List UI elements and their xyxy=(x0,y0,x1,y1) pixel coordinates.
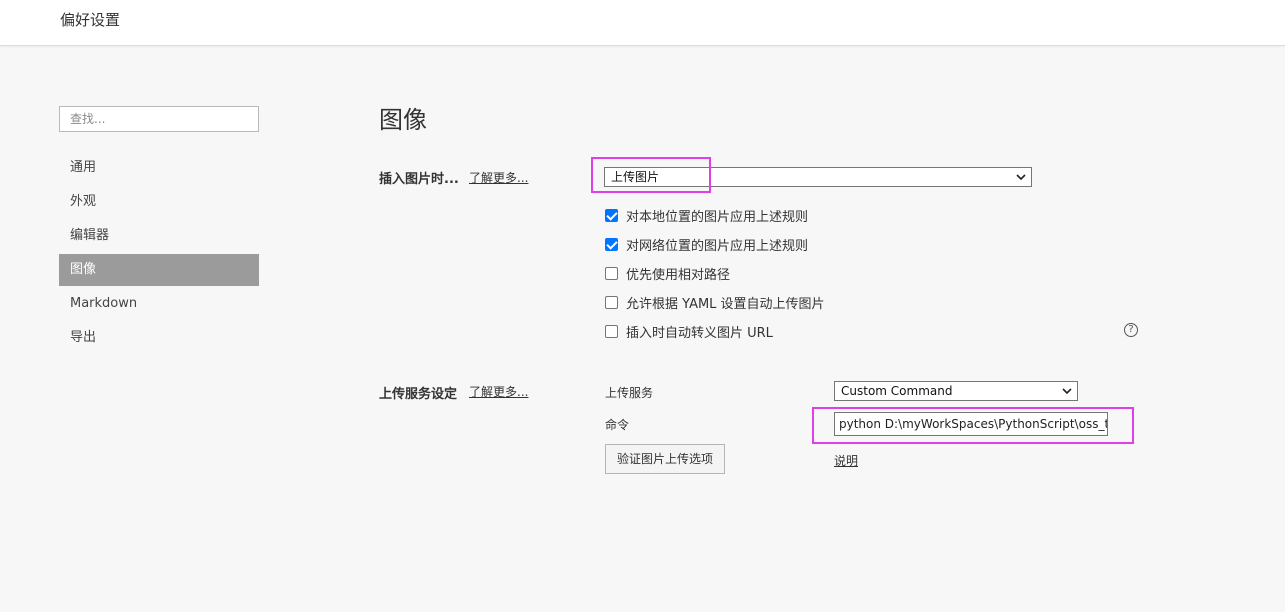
page-title: 图像 xyxy=(379,106,427,134)
checkbox-unchecked[interactable] xyxy=(605,295,618,309)
upload-service-section-label: 上传服务设定 xyxy=(379,387,458,402)
title-bar: 偏好设置 xyxy=(0,0,1285,46)
window-title: 偏好设置 xyxy=(60,11,121,29)
upload-service-label: 上传服务 xyxy=(605,386,654,400)
insert-image-label: 插入图片时... xyxy=(379,172,459,187)
search-input[interactable] xyxy=(59,106,259,132)
option-escape-url[interactable]: 插入时自动转义图片 URL xyxy=(605,322,773,341)
command-label: 命令 xyxy=(605,418,630,432)
checkbox-checked[interactable] xyxy=(605,208,618,222)
option-relative-path[interactable]: 优先使用相对路径 xyxy=(605,264,731,283)
option-network-images[interactable]: 对网络位置的图片应用上述规则 xyxy=(605,235,809,254)
verify-upload-button[interactable]: 验证图片上传选项 xyxy=(605,444,725,474)
sidebar-item-editor[interactable]: 编辑器 xyxy=(59,220,259,252)
upload-service-value: Custom Command xyxy=(841,384,953,398)
upload-learn-more-link[interactable]: 了解更多... xyxy=(469,383,528,400)
sidebar-item-general[interactable]: 通用 xyxy=(59,152,259,184)
checkbox-unchecked[interactable] xyxy=(605,266,618,280)
sidebar-item-markdown[interactable]: Markdown xyxy=(59,288,259,320)
docs-link[interactable]: 说明 xyxy=(834,452,858,469)
option-label: 优先使用相对路径 xyxy=(626,267,731,283)
insert-action-value: 上传图片 xyxy=(611,170,660,184)
help-circle-icon[interactable]: ? xyxy=(1124,323,1138,337)
insert-action-select[interactable]: 上传图片 xyxy=(604,167,1032,187)
sidebar-item-appearance[interactable]: 外观 xyxy=(59,186,259,218)
option-label: 对本地位置的图片应用上述规则 xyxy=(626,209,809,225)
sidebar-item-image[interactable]: 图像 xyxy=(59,254,259,286)
insert-learn-more-link[interactable]: 了解更多... xyxy=(469,169,528,186)
option-label: 对网络位置的图片应用上述规则 xyxy=(626,238,809,254)
command-input[interactable]: python D:\myWorkSpaces\PythonScript\oss_… xyxy=(834,412,1108,436)
sidebar-item-export[interactable]: 导出 xyxy=(59,322,259,354)
option-label: 插入时自动转义图片 URL xyxy=(626,325,773,341)
option-local-images[interactable]: 对本地位置的图片应用上述规则 xyxy=(605,206,809,225)
checkbox-checked[interactable] xyxy=(605,237,618,251)
chevron-down-icon xyxy=(1016,168,1026,193)
upload-service-select[interactable]: Custom Command xyxy=(834,381,1078,401)
option-label: 允许根据 YAML 设置自动上传图片 xyxy=(626,296,825,312)
sidebar-nav: 通用 外观 编辑器 图像 Markdown 导出 xyxy=(59,152,259,356)
chevron-down-icon xyxy=(1062,382,1072,407)
option-yaml-upload[interactable]: 允许根据 YAML 设置自动上传图片 xyxy=(605,293,825,312)
checkbox-unchecked[interactable] xyxy=(605,324,618,338)
